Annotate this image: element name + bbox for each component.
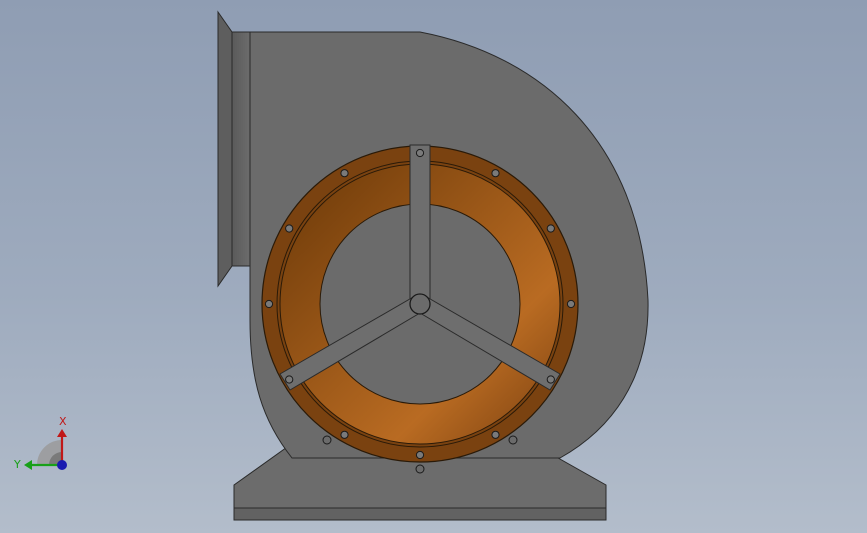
y-axis-label: Y bbox=[13, 458, 21, 471]
spoke-top bbox=[409, 144, 431, 301]
flange-bolt bbox=[491, 430, 500, 439]
cad-graphics-viewport[interactable]: X Y bbox=[0, 0, 867, 533]
flange-bolt bbox=[566, 299, 576, 309]
hub bbox=[409, 293, 431, 315]
base-bolt-left bbox=[322, 435, 332, 445]
x-axis-arrow bbox=[57, 429, 67, 437]
z-axis-dot bbox=[57, 460, 67, 470]
flange-bolt bbox=[285, 224, 294, 233]
flange-bolt bbox=[285, 375, 294, 384]
flange-bolt bbox=[340, 430, 349, 439]
outlet-duct bbox=[231, 31, 253, 267]
flange-bolt bbox=[546, 224, 555, 233]
flange-bolt bbox=[415, 450, 425, 460]
x-axis-label: X bbox=[59, 415, 67, 428]
flange-bolt bbox=[340, 169, 349, 178]
y-axis-arrow bbox=[24, 460, 32, 470]
flange-bolt bbox=[415, 148, 425, 158]
fan-model-svg[interactable] bbox=[0, 0, 867, 533]
orientation-triad[interactable]: X Y bbox=[10, 410, 80, 480]
flange-bolt bbox=[491, 169, 500, 178]
base-plate bbox=[233, 507, 607, 521]
outlet-flange bbox=[217, 10, 233, 288]
flange-bolt bbox=[264, 299, 274, 309]
base-bolt-center bbox=[415, 464, 425, 474]
base-bolt-right bbox=[508, 435, 518, 445]
flange-bolt bbox=[546, 375, 555, 384]
